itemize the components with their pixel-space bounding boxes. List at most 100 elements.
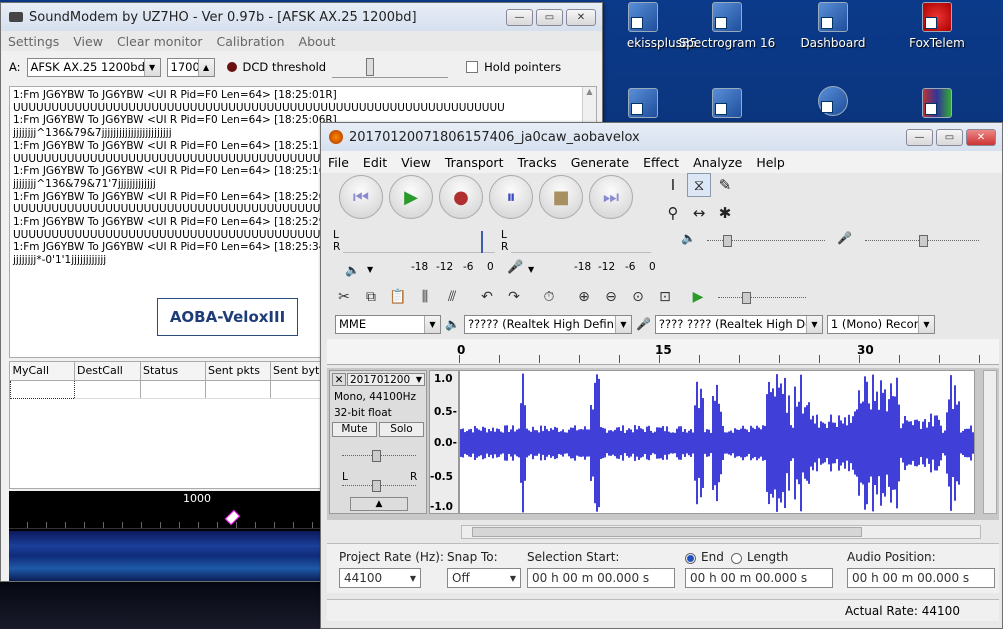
horizontal-scrollbar[interactable]	[461, 525, 981, 539]
collapse-track-icon[interactable]: ▲	[350, 497, 408, 511]
minimize-button[interactable]: —	[906, 129, 933, 146]
desktop-icon-shortcut-c[interactable]	[778, 86, 888, 120]
table-cell[interactable]	[10, 379, 75, 399]
menu-analyze[interactable]: Analyze	[686, 155, 749, 170]
menu-settings[interactable]: Settings	[1, 34, 66, 49]
audio-host-select[interactable]: MME ▼	[335, 314, 441, 334]
slider-thumb[interactable]	[372, 480, 381, 492]
input-device-select[interactable]: ???? ???? (Realtek High De ▼	[654, 314, 823, 334]
column-header[interactable]: Sent pkts	[205, 362, 271, 381]
snap-to-select[interactable]: Off ▼	[447, 568, 521, 588]
scrollbar-thumb[interactable]	[472, 527, 862, 537]
soundmodem-titlebar[interactable]: SoundModem by UZ7HO - Ver 0.97b - [AFSK …	[1, 3, 602, 31]
close-button[interactable]: ✕	[566, 9, 596, 26]
close-button[interactable]: ✕	[966, 129, 996, 146]
slider-thumb[interactable]	[742, 291, 751, 304]
menu-calibration[interactable]: Calibration	[210, 34, 292, 49]
track-control-panel[interactable]: ✕ 201701200 ▼ Mono, 44100Hz 32-bit float …	[329, 370, 427, 514]
menu-file[interactable]: File	[321, 155, 356, 170]
waveform[interactable]	[459, 370, 975, 514]
slider-thumb[interactable]	[372, 450, 381, 462]
minimize-button[interactable]: —	[506, 9, 533, 26]
desktop-icon-shortcut-b[interactable]	[672, 88, 782, 122]
chevron-down-icon[interactable]: ▼	[528, 265, 534, 274]
copy-icon[interactable]: ⧉	[358, 285, 384, 309]
channels-select[interactable]: 1 (Mono) Recor ▼	[826, 314, 935, 334]
record-meter[interactable]	[511, 231, 651, 253]
maximize-button[interactable]: ▭	[936, 129, 963, 146]
undo-icon[interactable]: ↶	[474, 285, 500, 309]
menu-transport[interactable]: Transport	[438, 155, 511, 170]
selection-start-field[interactable]: 00 h 00 m 00.000 s	[527, 568, 675, 588]
zoom-in-icon[interactable]: ⊕	[571, 285, 597, 309]
menu-help[interactable]: Help	[749, 155, 792, 170]
end-radio[interactable]	[685, 553, 696, 564]
output-volume-slider[interactable]	[707, 235, 825, 247]
gain-slider[interactable]	[342, 450, 416, 462]
play-at-speed-icon[interactable]: ▶	[685, 285, 711, 309]
table-cell[interactable]	[140, 380, 206, 399]
desktop-icon-dashboard[interactable]: Dashboard	[778, 2, 888, 50]
menu-effect[interactable]: Effect	[636, 155, 686, 170]
desktop-icon-spectrogram[interactable]: Spectrogram 16	[672, 2, 782, 50]
sync-lock-icon[interactable]: ⏱	[536, 285, 562, 309]
track-close-icon[interactable]: ✕	[332, 373, 346, 386]
output-device-select[interactable]: ????? (Realtek High Definit ▼	[463, 314, 632, 334]
stop-button[interactable]: ■	[539, 175, 583, 219]
length-radio[interactable]	[731, 553, 742, 564]
column-header[interactable]: MyCall	[10, 362, 75, 381]
chevron-down-icon[interactable]: ▼	[367, 265, 373, 274]
menu-generate[interactable]: Generate	[564, 155, 636, 170]
column-header[interactable]: DestCall	[74, 362, 141, 381]
zoom-tool-icon[interactable]: ⚲	[661, 201, 685, 225]
audacity-titlebar[interactable]: 20170120071806157406_ja0caw_aobavelox — …	[321, 123, 1002, 151]
desktop-icon-foxtelem[interactable]: FoxTelem	[882, 2, 992, 50]
paste-icon[interactable]: 📋	[385, 285, 411, 309]
menu-about[interactable]: About	[292, 34, 343, 49]
trim-icon[interactable]: ⫼	[412, 285, 438, 309]
slider-thumb[interactable]	[919, 235, 928, 247]
play-button[interactable]: ▶	[389, 175, 433, 219]
fit-project-icon[interactable]: ⊡	[652, 285, 678, 309]
skip-start-button[interactable]: ⏮	[339, 175, 383, 219]
desktop-icon-shortcut-d[interactable]	[882, 88, 992, 122]
zoom-out-icon[interactable]: ⊖	[598, 285, 624, 309]
solo-button[interactable]: Solo	[379, 422, 424, 437]
menu-edit[interactable]: Edit	[356, 155, 394, 170]
timeshift-tool-icon[interactable]: ↔	[687, 201, 711, 225]
playback-meter[interactable]	[343, 231, 495, 253]
envelope-tool-icon[interactable]: ⧖	[687, 173, 711, 197]
slider-thumb[interactable]	[366, 58, 375, 76]
track-scrollbar[interactable]	[983, 370, 997, 514]
pan-slider[interactable]	[342, 480, 416, 492]
selection-tool-icon[interactable]: I	[661, 173, 685, 197]
menu-view[interactable]: View	[66, 34, 110, 49]
skip-end-button[interactable]: ⏭	[589, 175, 633, 219]
slider-thumb[interactable]	[723, 235, 732, 247]
draw-tool-icon[interactable]: ✎	[713, 173, 737, 197]
redo-icon[interactable]: ↷	[501, 285, 527, 309]
track-name-menu[interactable]: 201701200 ▼	[347, 373, 425, 386]
silence-icon[interactable]: ⫻	[439, 285, 465, 309]
maximize-button[interactable]: ▭	[536, 9, 563, 26]
table-cell[interactable]	[205, 380, 271, 399]
play-speed-slider[interactable]	[718, 291, 806, 304]
record-button[interactable]: ●	[439, 175, 483, 219]
input-volume-slider[interactable]	[865, 235, 979, 247]
pause-button[interactable]: ⏸	[489, 175, 533, 219]
menu-view[interactable]: View	[394, 155, 438, 170]
column-header[interactable]: Status	[140, 362, 206, 381]
menu-tracks[interactable]: Tracks	[510, 155, 563, 170]
timeline-ruler[interactable]: 0 15 30	[327, 339, 999, 365]
cut-icon[interactable]: ✂	[331, 285, 357, 309]
table-cell[interactable]	[74, 380, 141, 399]
dcd-threshold-slider[interactable]	[332, 56, 449, 78]
menu-clear-monitor[interactable]: Clear monitor	[110, 34, 210, 49]
mute-button[interactable]: Mute	[332, 422, 377, 437]
hold-pointers-checkbox[interactable]	[466, 61, 479, 73]
selection-end-field[interactable]: 00 h 00 m 00.000 s	[685, 568, 833, 588]
frequency-spinner[interactable]: 1700 ▲	[166, 57, 215, 77]
multi-tool-icon[interactable]: ✱	[713, 201, 737, 225]
fit-selection-icon[interactable]: ⊙	[625, 285, 651, 309]
mode-select[interactable]: AFSK AX.25 1200bd ▼	[26, 57, 161, 77]
